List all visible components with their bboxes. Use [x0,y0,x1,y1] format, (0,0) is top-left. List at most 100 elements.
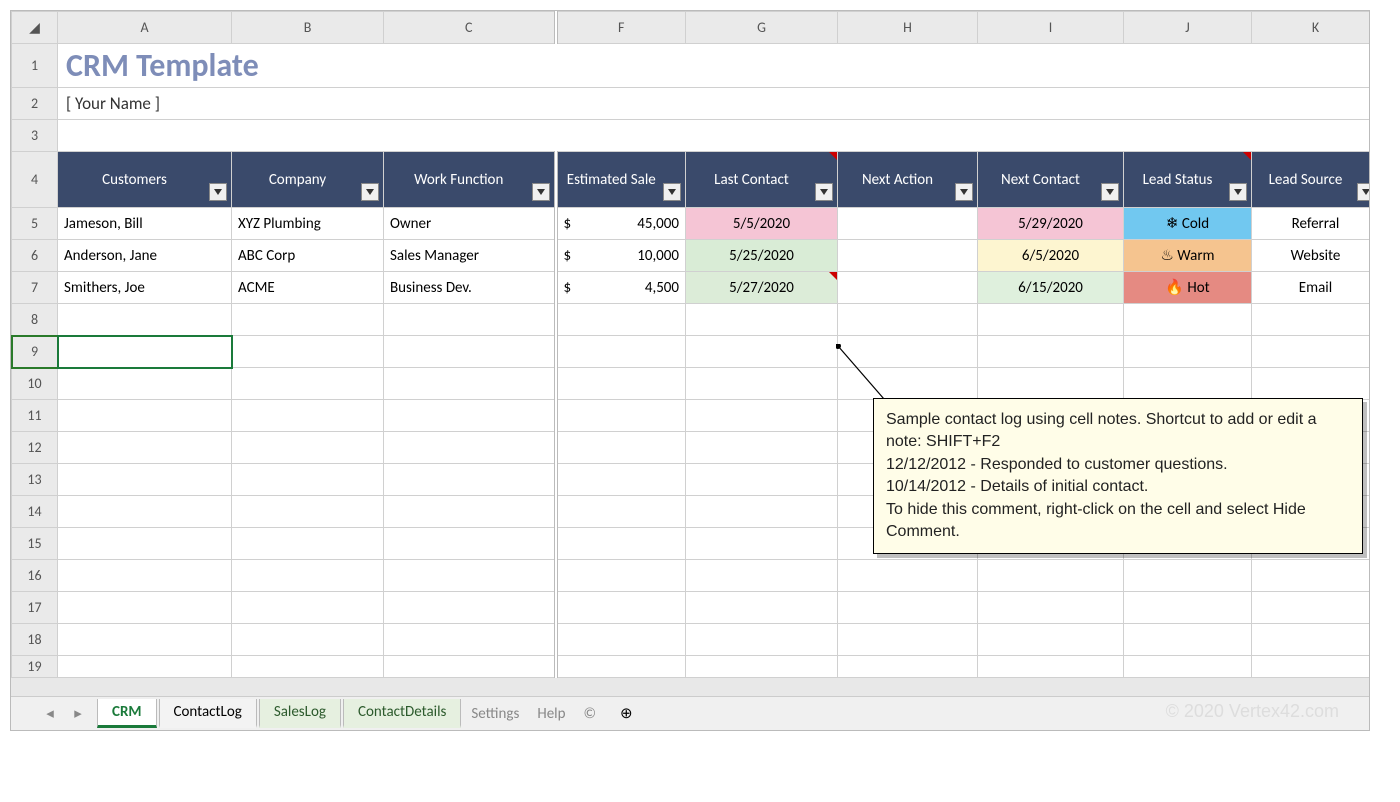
row-9[interactable]: 9 [12,336,58,368]
row-1[interactable]: 1 [12,44,58,88]
cell-status[interactable]: 🔥 Hot [1124,272,1252,304]
cell[interactable] [1124,336,1252,368]
cell[interactable] [1252,336,1371,368]
cell[interactable] [58,336,232,368]
cell[interactable] [556,336,686,368]
hdr-source[interactable]: Lead Source [1252,152,1371,208]
cell[interactable] [384,496,556,528]
cell-work[interactable]: Business Dev. [384,272,556,304]
select-all-corner[interactable]: ◢ [12,12,58,44]
row-5[interactable]: 5 [12,208,58,240]
tab-copyright[interactable]: © [575,701,604,727]
cell[interactable] [58,496,232,528]
hdr-next-contact[interactable]: Next Contact [978,152,1124,208]
tab-contactlog[interactable]: ContactLog [159,699,257,728]
cell[interactable] [232,560,384,592]
row-10[interactable]: 10 [12,368,58,400]
cell[interactable] [1124,560,1252,592]
cell[interactable] [838,336,978,368]
cell-status[interactable]: ❄ Cold [1124,208,1252,240]
cell[interactable] [556,656,686,678]
col-F[interactable]: F [556,12,686,44]
cell[interactable] [686,528,838,560]
hdr-company[interactable]: Company [232,152,384,208]
cell[interactable] [1124,304,1252,336]
cell[interactable] [556,304,686,336]
cell[interactable] [556,496,686,528]
hdr-est[interactable]: Estimated Sale [556,152,686,208]
cell[interactable] [978,368,1124,400]
hdr-next-action[interactable]: Next Action [838,152,978,208]
cell[interactable] [686,464,838,496]
tab-saleslog[interactable]: SalesLog [259,699,341,728]
cell[interactable] [384,464,556,496]
row-19[interactable]: 19 [12,656,58,678]
cell-source[interactable]: Website [1252,240,1371,272]
col-K[interactable]: K [1252,12,1371,44]
cell-next-contact[interactable]: 6/5/2020 [978,240,1124,272]
row-17[interactable]: 17 [12,592,58,624]
cell[interactable] [58,592,232,624]
cell[interactable] [384,528,556,560]
cell[interactable] [58,304,232,336]
cell[interactable] [556,432,686,464]
cell-work[interactable]: Sales Manager [384,240,556,272]
cell[interactable] [384,656,556,678]
cell[interactable] [556,592,686,624]
cell[interactable] [58,400,232,432]
cell[interactable] [686,592,838,624]
cell[interactable] [232,624,384,656]
cell[interactable] [232,496,384,528]
col-G[interactable]: G [686,12,838,44]
cell[interactable] [686,432,838,464]
cell[interactable] [1252,624,1371,656]
cell[interactable] [232,464,384,496]
col-B[interactable]: B [232,12,384,44]
cell[interactable] [838,560,978,592]
cell[interactable] [686,496,838,528]
cell[interactable] [58,368,232,400]
cell-next-contact[interactable]: 5/29/2020 [978,208,1124,240]
row-6[interactable]: 6 [12,240,58,272]
cell[interactable] [58,464,232,496]
tab-crm[interactable]: CRM [97,699,157,728]
cell[interactable] [686,656,838,678]
row-16[interactable]: 16 [12,560,58,592]
cell[interactable] [556,560,686,592]
cell-status[interactable]: ♨ Warm [1124,240,1252,272]
cell[interactable] [1124,656,1252,678]
cell-last[interactable]: 5/27/2020 [686,272,838,304]
cell[interactable] [58,432,232,464]
h-scrollbar[interactable] [11,678,1369,696]
col-C[interactable]: C [384,12,556,44]
tab-add[interactable]: ⊕ [606,700,647,727]
cell-name[interactable]: Jameson, Bill [58,208,232,240]
row-4[interactable]: 4 [12,152,58,208]
cell[interactable] [58,624,232,656]
cell[interactable] [384,560,556,592]
col-H[interactable]: H [838,12,978,44]
row-13[interactable]: 13 [12,464,58,496]
cell-company[interactable]: ABC Corp [232,240,384,272]
cell[interactable] [686,336,838,368]
page-title[interactable]: CRM Template [58,44,1371,88]
filter-next-contact[interactable] [1101,183,1119,201]
col-J[interactable]: J [1124,12,1252,44]
cell[interactable] [686,368,838,400]
hdr-last[interactable]: Last Contact [686,152,838,208]
cell[interactable] [978,592,1124,624]
cell[interactable] [978,624,1124,656]
subtitle[interactable]: [ Your Name ] [58,88,1371,120]
cell[interactable] [232,304,384,336]
cell[interactable] [1252,560,1371,592]
cell-next-action[interactable] [838,208,978,240]
cell[interactable] [1252,656,1371,678]
cell[interactable] [978,560,1124,592]
cell-company[interactable]: ACME [232,272,384,304]
cell-est[interactable]: $4,500 [556,272,686,304]
cell-work[interactable]: Owner [384,208,556,240]
cell-name[interactable]: Anderson, Jane [58,240,232,272]
cell[interactable] [556,624,686,656]
cell[interactable] [838,368,978,400]
cell[interactable] [384,592,556,624]
